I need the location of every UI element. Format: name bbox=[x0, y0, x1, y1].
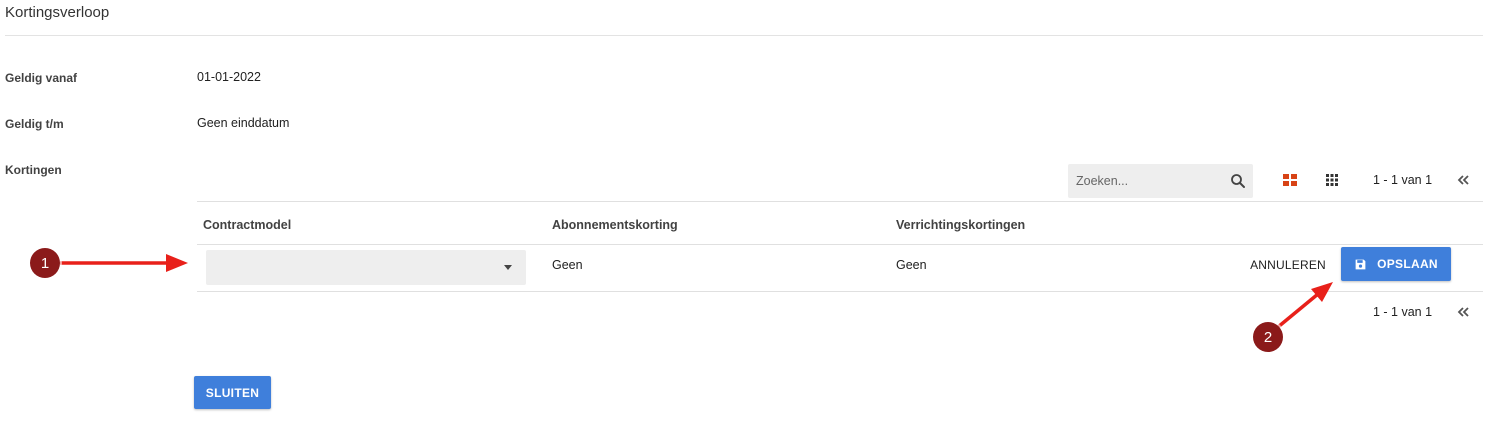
first-page-icon[interactable] bbox=[1456, 173, 1470, 187]
card-view-icon[interactable] bbox=[1281, 171, 1299, 189]
pager-status-top: 1 - 1 van 1 bbox=[1373, 173, 1433, 187]
floppy-disk-icon bbox=[1355, 259, 1366, 269]
contractmodel-select[interactable] bbox=[206, 250, 526, 285]
arrow-2-head bbox=[1311, 282, 1333, 302]
first-page-icon[interactable] bbox=[1456, 305, 1470, 319]
valid-until-label: Geldig t/m bbox=[5, 117, 64, 131]
table-top-border bbox=[197, 201, 1483, 202]
column-header-transaction-discounts: Verrichtingskortingen bbox=[896, 218, 1026, 232]
subscription-discount-cell: Geen bbox=[552, 258, 583, 272]
valid-until-value: Geen einddatum bbox=[197, 116, 290, 130]
annotation-arrows bbox=[60, 254, 1333, 329]
transaction-discounts-cell: Geen bbox=[896, 258, 927, 272]
valid-from-label: Geldig vanaf bbox=[5, 71, 78, 85]
discounts-label: Kortingen bbox=[5, 163, 62, 177]
valid-from-value: 01-01-2022 bbox=[197, 70, 261, 84]
column-header-contractmodel: Contractmodel bbox=[203, 218, 292, 232]
close-button[interactable]: SLUITEN bbox=[194, 376, 271, 409]
pager-status-bottom: 1 - 1 van 1 bbox=[1373, 305, 1433, 319]
arrow-2-shaft bbox=[1276, 292, 1320, 329]
search-icon[interactable] bbox=[1229, 172, 1247, 190]
table-header-border bbox=[197, 244, 1483, 245]
save-button-label: OPSLAAN bbox=[1377, 257, 1438, 271]
save-button[interactable]: OPSLAAN bbox=[1341, 247, 1451, 281]
search-input[interactable] bbox=[1068, 164, 1218, 198]
page-title: Kortingsverloop bbox=[5, 4, 110, 21]
title-divider bbox=[5, 35, 1483, 36]
search-box bbox=[1068, 164, 1253, 198]
annotation-marker-2: 2 bbox=[1253, 322, 1283, 352]
arrow-1-head bbox=[166, 254, 188, 272]
table-bottom-border bbox=[197, 291, 1483, 292]
chevron-down-icon[interactable] bbox=[504, 265, 512, 270]
annotation-marker-1: 1 bbox=[30, 248, 60, 278]
grid-view-icon[interactable] bbox=[1323, 171, 1341, 189]
cancel-button[interactable]: ANNULEREN bbox=[1244, 250, 1332, 280]
column-header-subscription-discount: Abonnementskorting bbox=[552, 218, 678, 232]
